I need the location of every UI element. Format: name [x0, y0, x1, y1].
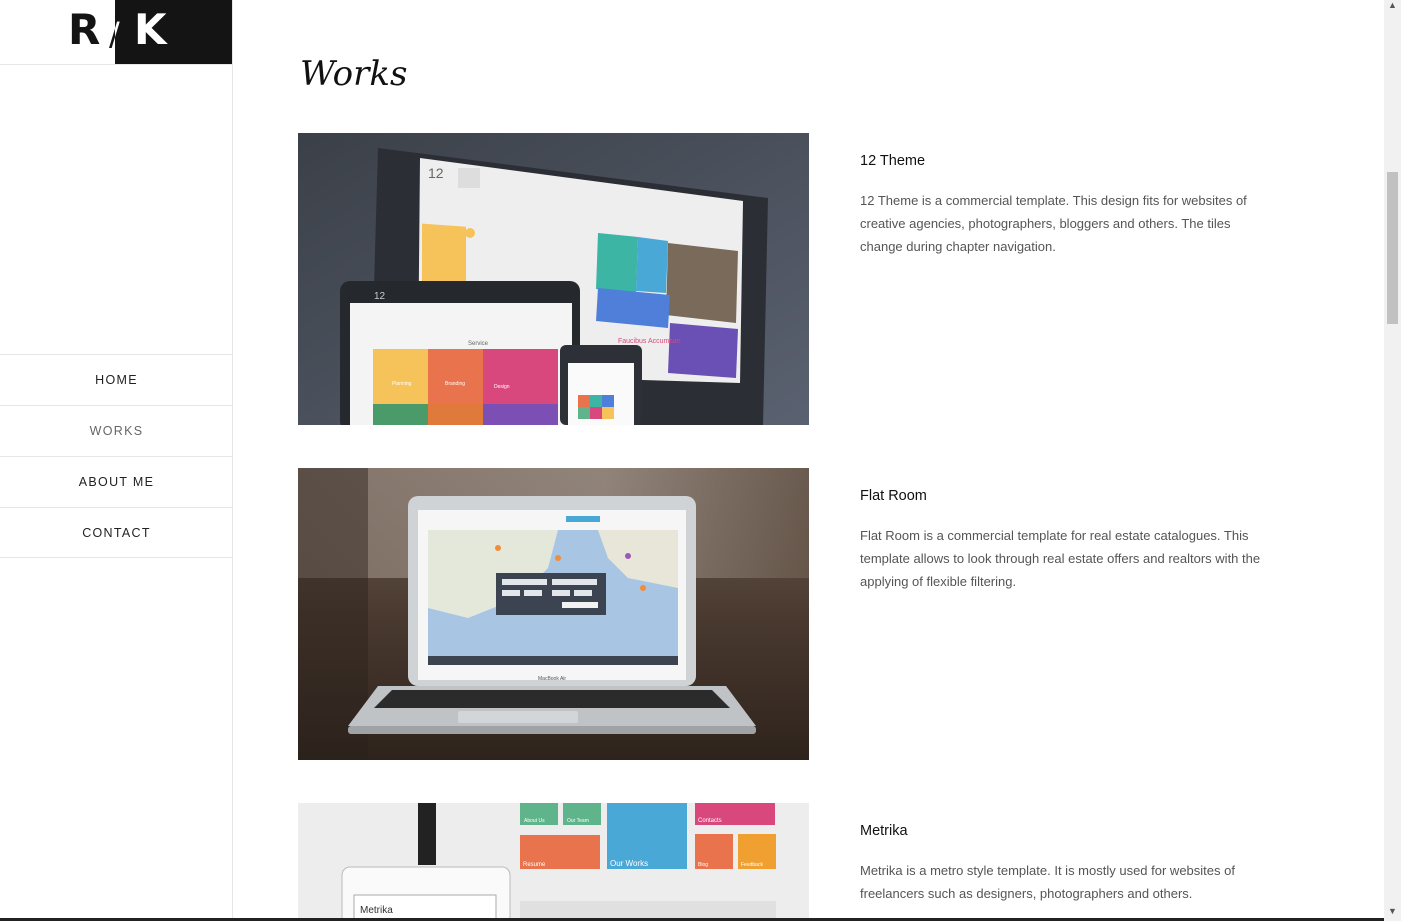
- page-title: Works: [300, 54, 408, 94]
- work-info: Metrika Metrika is a metro style templat…: [860, 823, 1270, 905]
- work-thumbnail-flat-room[interactable]: MacBook Air: [298, 468, 809, 760]
- logo-letter-r: R: [68, 5, 101, 54]
- sidebar: R / / K HOME WORKS ABOUT ME CONTACT: [0, 0, 233, 921]
- mock-badge-small: 12: [374, 291, 386, 302]
- work-description: 12 Theme is a commercial template. This …: [860, 193, 1247, 254]
- mock-tile-planning: Planning: [392, 381, 412, 387]
- work-image-flat-room: MacBook Air: [298, 468, 809, 760]
- work-image-12-theme: 12 Faucibus Accumsan 12 Service Planning…: [298, 133, 809, 425]
- scroll-down-arrow-icon[interactable]: ▼: [1388, 906, 1397, 916]
- work-description: Metrika is a metro style template. It is…: [860, 863, 1235, 901]
- work-title[interactable]: Flat Room: [860, 488, 1270, 504]
- mock-tile-blog: Blog: [698, 862, 708, 868]
- scroll-thumb[interactable]: [1387, 172, 1398, 324]
- mock-caption: Faucibus Accumsan: [618, 338, 681, 345]
- main-nav: HOME WORKS ABOUT ME CONTACT: [0, 354, 233, 558]
- scroll-up-arrow-icon[interactable]: ▲: [1388, 0, 1397, 10]
- work-image-metrika: Metrika About Us Our Team Contacts Resum…: [298, 803, 809, 921]
- logo-dark-block: [115, 0, 232, 64]
- mock-tile-branding: Branding: [445, 381, 465, 387]
- mock-service-label: Service: [468, 341, 489, 347]
- nav-item-about-me[interactable]: ABOUT ME: [0, 456, 233, 507]
- mock-tile-feedback: Feedback: [741, 862, 763, 868]
- work-description: Flat Room is a commercial template for r…: [860, 528, 1261, 589]
- mock-badge-12: 12: [428, 165, 444, 181]
- mock-tile-resume: Resume: [523, 862, 546, 868]
- mock-tile-our-works: Our Works: [610, 859, 648, 868]
- mock-device-label: Metrika: [360, 905, 393, 916]
- work-title[interactable]: 12 Theme: [860, 153, 1270, 169]
- work-info: 12 Theme 12 Theme is a commercial templa…: [860, 153, 1270, 258]
- work-thumbnail-metrika[interactable]: Metrika About Us Our Team Contacts Resum…: [298, 803, 809, 921]
- nav-item-home[interactable]: HOME: [0, 354, 233, 405]
- work-title[interactable]: Metrika: [860, 823, 1270, 839]
- site-logo[interactable]: R / / K: [0, 0, 232, 65]
- logo-letter-k: K: [134, 5, 167, 54]
- scrollbar[interactable]: ▲ ▼: [1384, 0, 1401, 921]
- mock-laptop-brand: MacBook Air: [538, 676, 566, 682]
- mock-tile-design: Design: [494, 384, 510, 390]
- mock-tile-contacts: Contacts: [698, 818, 722, 824]
- work-info: Flat Room Flat Room is a commercial temp…: [860, 488, 1270, 593]
- work-thumbnail-12-theme[interactable]: 12 Faucibus Accumsan 12 Service Planning…: [298, 133, 809, 425]
- nav-item-contact[interactable]: CONTACT: [0, 507, 233, 558]
- nav-item-works[interactable]: WORKS: [0, 405, 233, 456]
- mock-tile-about-us: About Us: [524, 818, 545, 824]
- mock-tile-our-team: Our Team: [567, 818, 589, 824]
